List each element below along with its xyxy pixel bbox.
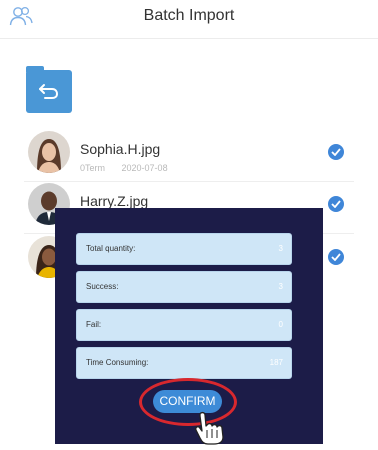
- folder-return-button[interactable]: [26, 66, 72, 113]
- file-name: Harry.Z.jpg: [80, 193, 149, 209]
- field-value: 3: [278, 282, 283, 291]
- file-meta: 0Term 2020-07-08: [80, 163, 182, 173]
- list-item[interactable]: Sophia.H.jpg 0Term 2020-07-08: [24, 131, 354, 182]
- page-title: Batch Import: [143, 7, 235, 24]
- file-term: 0Term: [80, 163, 106, 173]
- field-label: Time Consuming:: [86, 358, 149, 367]
- import-result-dialog: Total quantity: 3 Success: 3 Fail: 0 Tim…: [55, 208, 323, 445]
- file-date: 2020-07-08: [121, 163, 168, 173]
- check-icon[interactable]: [328, 249, 344, 265]
- success-field: Success: 3: [76, 271, 292, 303]
- return-arrow-icon: [39, 84, 59, 99]
- file-name: Sophia.H.jpg: [80, 141, 161, 157]
- confirm-button[interactable]: CONFIRM: [153, 390, 222, 413]
- field-label: Total quantity:: [86, 244, 136, 253]
- total-quantity-field: Total quantity: 3: [76, 233, 292, 265]
- field-value: 187: [269, 358, 283, 367]
- check-icon[interactable]: [328, 196, 344, 212]
- check-icon[interactable]: [328, 144, 344, 160]
- fail-field: Fail: 0: [76, 309, 292, 341]
- field-label: Success:: [86, 282, 119, 291]
- header-bar: Batch Import: [0, 0, 378, 39]
- avatar: [28, 131, 70, 173]
- field-label: Fail:: [86, 320, 102, 329]
- field-value: 0: [278, 320, 283, 329]
- pointing-hand-icon: [195, 411, 224, 445]
- field-value: 3: [278, 244, 283, 253]
- time-consuming-field: Time Consuming: 187: [76, 347, 292, 379]
